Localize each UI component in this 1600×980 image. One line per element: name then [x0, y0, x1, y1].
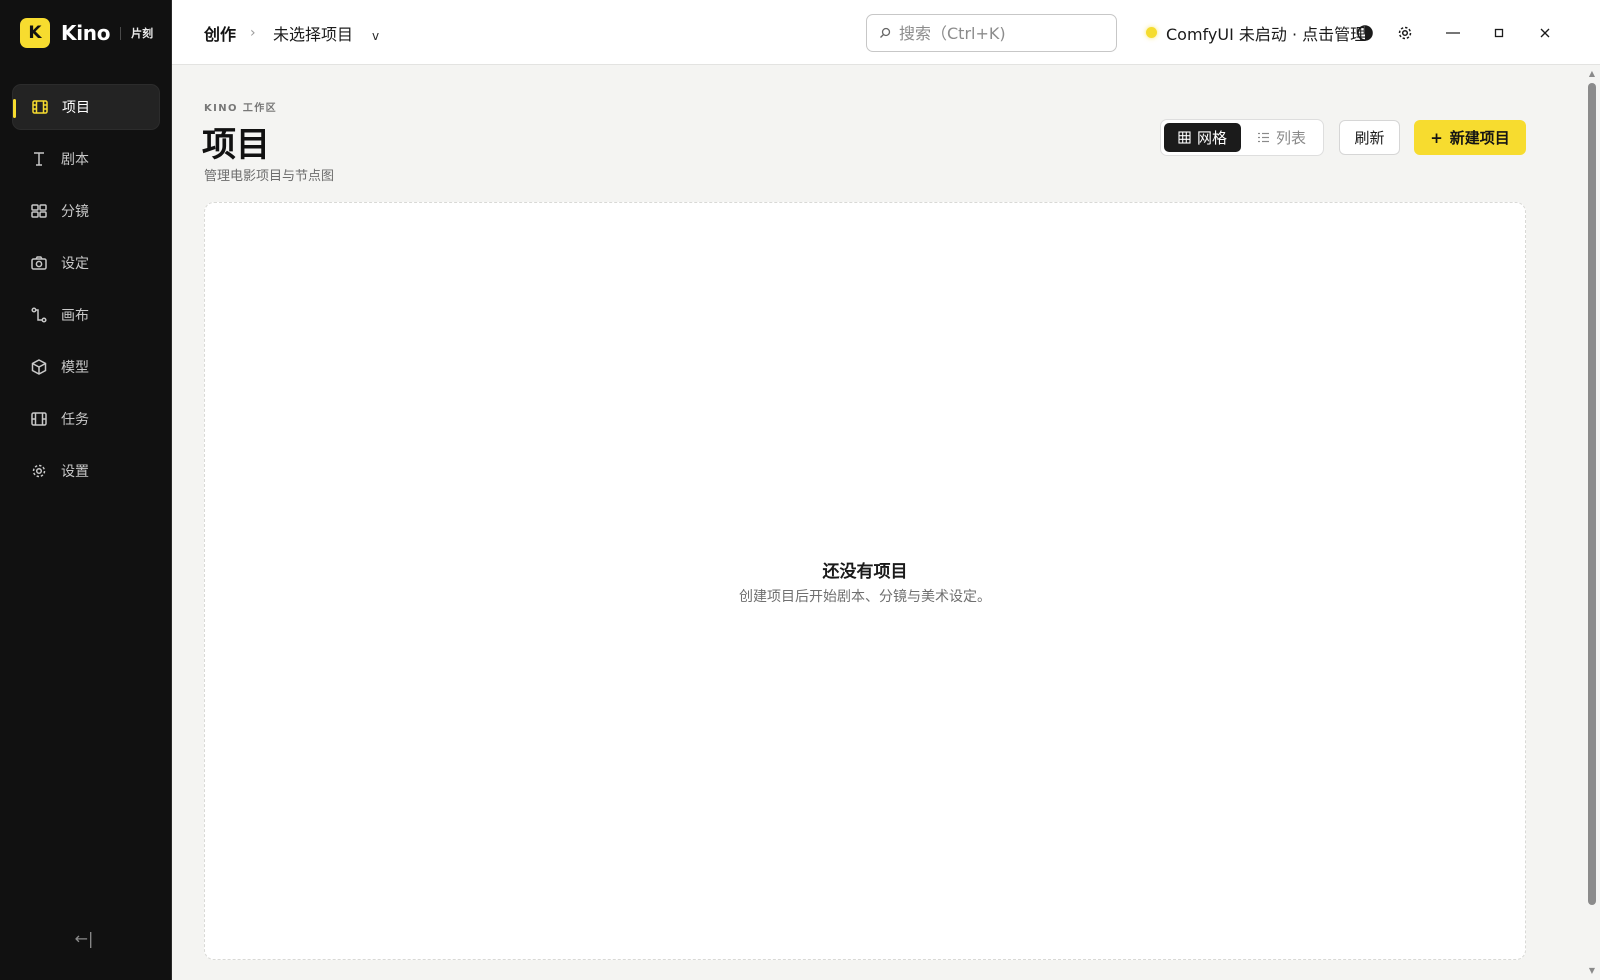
topbar: 创作 › 未选择项目 v ComfyUI 未启动 · 点击管理 [172, 0, 1600, 65]
status-dot-icon [1146, 27, 1157, 38]
cube-icon [30, 358, 48, 376]
plus-icon: + [1430, 128, 1443, 147]
vertical-scrollbar[interactable]: ▲ ▼ [1584, 65, 1600, 980]
sidebar-item-label: 剧本 [61, 152, 89, 168]
brand-subtitle: 片刻 [131, 27, 154, 40]
view-toggle: 网格 列表 [1160, 119, 1324, 156]
sidebar-item-settings[interactable]: 设置 [12, 448, 160, 494]
sidebar-item-label: 项目 [62, 100, 90, 116]
text-cursor-icon [30, 150, 48, 168]
main-content: KINO 工作区 项目 管理电影项目与节点图 网格 列表 刷新 + 新建项目 还 [172, 65, 1584, 980]
sidebar-item-canvas[interactable]: 画布 [12, 292, 160, 338]
node-graph-icon [30, 306, 48, 324]
new-project-label: 新建项目 [1449, 129, 1510, 147]
brand-divider [120, 26, 122, 40]
sidebar-item-tasks[interactable]: 任务 [12, 396, 160, 442]
sidebar-item-label: 分镜 [61, 204, 89, 220]
camera-icon [30, 254, 48, 272]
scroll-down-icon[interactable]: ▼ [1587, 966, 1597, 976]
sidebar-item-label: 设定 [61, 256, 89, 272]
theme-toggle-icon[interactable] [1351, 0, 1379, 65]
maximize-icon[interactable] [1485, 0, 1513, 65]
refresh-button[interactable]: 刷新 [1339, 120, 1400, 155]
scrollbar-thumb[interactable] [1588, 83, 1596, 905]
grid-view-icon [1178, 131, 1191, 144]
empty-state-title: 还没有项目 [822, 562, 908, 582]
empty-state-description: 创建项目后开始剧本、分镜与美术设定。 [739, 589, 991, 605]
film-icon [31, 98, 49, 116]
page-subtitle: 管理电影项目与节点图 [204, 169, 335, 184]
minimize-icon[interactable] [1439, 0, 1467, 65]
list-view-label: 列表 [1275, 129, 1306, 147]
sidebar-item-label: 任务 [61, 412, 89, 428]
breadcrumb-separator: › [250, 24, 256, 41]
page-title: 项目 [202, 125, 270, 165]
sidebar-item-label: 模型 [61, 360, 89, 376]
workspace-eyebrow: KINO 工作区 [204, 103, 278, 114]
gear-icon [30, 462, 48, 480]
sidebar-item-script[interactable]: 剧本 [12, 136, 160, 182]
comfyui-status-button[interactable]: ComfyUI 未启动 · 点击管理 [1146, 0, 1366, 65]
sidebar-item-art-settings[interactable]: 设定 [12, 240, 160, 286]
list-view-button[interactable]: 列表 [1243, 123, 1320, 152]
sidebar-item-projects[interactable]: 项目 [12, 84, 160, 130]
search-icon [879, 27, 891, 39]
sidebar-item-label: 设置 [61, 464, 89, 480]
grid-view-label: 网格 [1196, 129, 1227, 147]
scroll-up-icon[interactable]: ▲ [1587, 69, 1597, 79]
settings-icon[interactable] [1391, 0, 1419, 65]
search-box[interactable] [866, 14, 1117, 52]
brand-name: Kino [61, 21, 111, 45]
sidebar-item-label: 画布 [61, 308, 89, 324]
comfyui-status-text: ComfyUI 未启动 · 点击管理 [1166, 24, 1367, 44]
sidebar-item-models[interactable]: 模型 [12, 344, 160, 390]
new-project-button[interactable]: + 新建项目 [1414, 120, 1526, 155]
sidebar-nav: 项目 剧本 分镜 设定 画布 模型 任务 设置 [12, 84, 160, 500]
projects-empty-state: 还没有项目 创建项目后开始剧本、分镜与美术设定。 [204, 202, 1526, 960]
project-selector[interactable]: 未选择项目 [273, 0, 353, 65]
chevron-down-icon[interactable]: v [372, 3, 379, 68]
app-window: K Kino 片刻 项目 剧本 分镜 设定 画布 模型 任务 设置 ←| 创作 … [0, 0, 1600, 980]
brand-logo: K [20, 18, 50, 48]
list-view-icon [1257, 131, 1270, 144]
brand: K Kino 片刻 [20, 18, 153, 48]
close-icon[interactable] [1531, 0, 1559, 65]
breadcrumb-root[interactable]: 创作 [204, 0, 236, 65]
collapse-sidebar-icon[interactable]: ←| [72, 928, 96, 948]
film-strip-icon [30, 410, 48, 428]
grid-view-button[interactable]: 网格 [1164, 123, 1241, 152]
search-input[interactable] [899, 23, 1099, 43]
sidebar: K Kino 片刻 项目 剧本 分镜 设定 画布 模型 任务 设置 ←| [0, 0, 172, 980]
sidebar-item-storyboard[interactable]: 分镜 [12, 188, 160, 234]
grid-icon [30, 202, 48, 220]
